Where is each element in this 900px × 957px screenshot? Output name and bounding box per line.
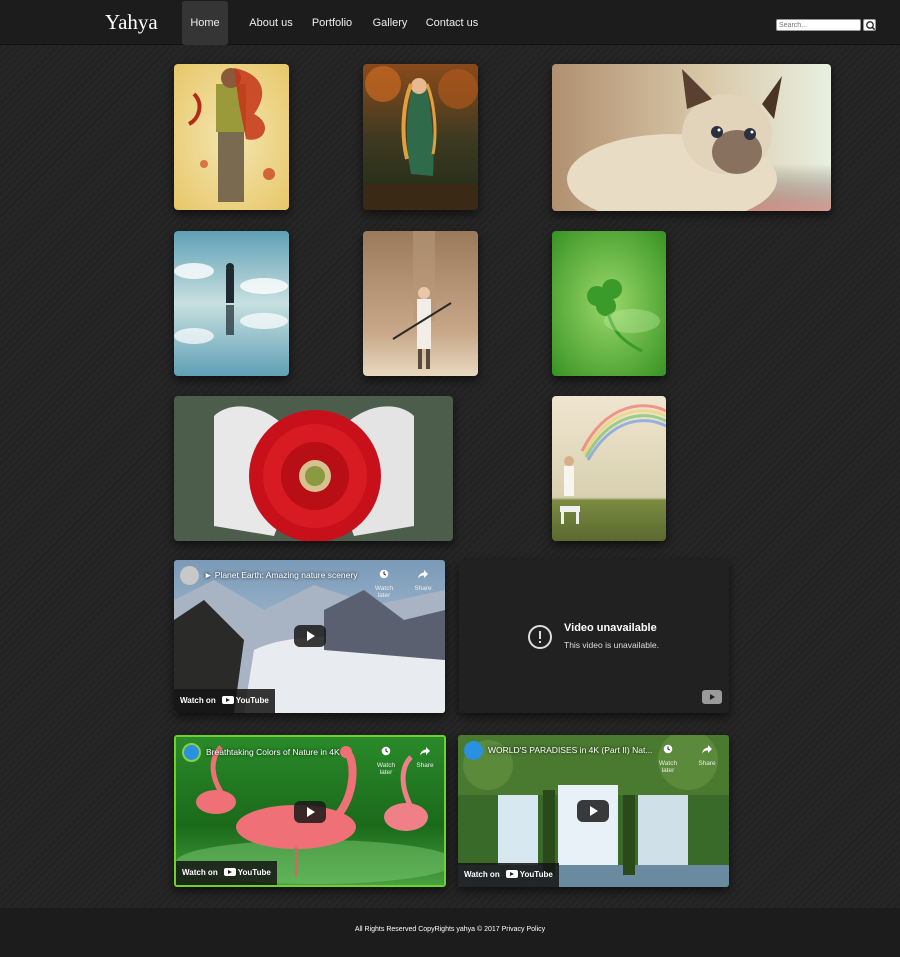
video-title[interactable]: WORLD'S PARADISES in 4K (Part II) Nat...: [488, 745, 652, 755]
youtube-icon[interactable]: [702, 690, 722, 704]
nav-gallery[interactable]: Gallery: [366, 1, 414, 45]
watch-later-button[interactable]: Watch later: [372, 743, 400, 776]
youtube-logo-icon: [221, 696, 234, 704]
youtube-wordmark: YouTube: [237, 868, 271, 877]
alert-icon: [528, 625, 552, 649]
play-button[interactable]: [294, 801, 326, 823]
share-button[interactable]: Share: [693, 741, 721, 767]
youtube-logo-icon: [505, 870, 518, 878]
brand-logo[interactable]: Yahya: [105, 10, 158, 35]
share-icon: [702, 745, 712, 754]
photo-kitten-image: [552, 64, 831, 211]
unavailable-message: This video is unavailable.: [564, 640, 659, 650]
play-button[interactable]: [294, 625, 326, 647]
video-unavailable: Video unavailable This video is unavaila…: [459, 560, 729, 713]
photo-girl-staff-image: [363, 231, 478, 376]
photo-rainbow-child-image: [552, 396, 666, 541]
gallery-photo-girl-staff[interactable]: [363, 231, 478, 376]
video-planet-earth[interactable]: ► Planet Earth: Amazing nature scenery W…: [174, 560, 445, 713]
clock-icon: [381, 746, 391, 756]
youtube-logo-icon: [223, 868, 236, 876]
share-label: Share: [414, 585, 432, 592]
nav-home[interactable]: Home: [182, 1, 228, 45]
photo-salt-flat-image: [174, 231, 289, 376]
photo-fantasy-warrior-image: [363, 64, 478, 210]
watch-on-label: Watch on: [182, 868, 218, 877]
photo-clover-image: [552, 231, 666, 376]
share-label: Share: [416, 762, 434, 769]
channel-avatar[interactable]: [464, 741, 483, 760]
nav-about-us[interactable]: About us: [244, 1, 298, 45]
share-button[interactable]: Share: [409, 566, 437, 592]
watch-later-label: Watch later: [658, 760, 678, 774]
navbar: Yahya Home About us Portfolio Gallery Co…: [0, 0, 900, 45]
watch-later-label: Watch later: [376, 762, 396, 776]
watch-later-button[interactable]: Watch later: [370, 566, 398, 599]
watch-on-youtube-button[interactable]: Watch on YouTube: [458, 863, 559, 887]
footer: All Rights Reserved CopyRights yahya © 2…: [0, 908, 900, 957]
watch-later-label: Watch later: [374, 585, 394, 599]
unavailable-title: Video unavailable: [564, 622, 657, 634]
photo-red-flower-image: [174, 396, 453, 541]
watch-on-youtube-button[interactable]: Watch on YouTube: [174, 689, 275, 713]
clock-icon: [663, 744, 673, 754]
gallery-photo-red-flower[interactable]: [174, 396, 453, 541]
gallery-photo-painted-figure[interactable]: [174, 64, 289, 210]
share-button[interactable]: Share: [411, 743, 439, 769]
video-title[interactable]: Breathtaking Colors of Nature in 4K: [206, 747, 340, 757]
watch-on-label: Watch on: [464, 870, 500, 879]
nav-portfolio[interactable]: Portfolio: [306, 1, 358, 45]
watch-on-youtube-button[interactable]: Watch on YouTube: [176, 861, 277, 885]
video-title[interactable]: ► Planet Earth: Amazing nature scenery: [204, 570, 357, 580]
gallery-photo-fantasy-warrior[interactable]: [363, 64, 478, 210]
watch-on-label: Watch on: [180, 696, 216, 705]
share-icon: [418, 570, 428, 579]
gallery-photo-clover[interactable]: [552, 231, 666, 376]
watch-later-button[interactable]: Watch later: [654, 741, 682, 774]
video-flamingos[interactable]: Breathtaking Colors of Nature in 4K Watc…: [174, 735, 446, 887]
clock-icon: [379, 569, 389, 579]
share-icon: [420, 747, 430, 756]
gallery-photo-rainbow-child[interactable]: [552, 396, 666, 541]
nav-contact-us[interactable]: Contact us: [422, 1, 482, 45]
youtube-wordmark: YouTube: [235, 696, 269, 705]
video-waterfalls[interactable]: WORLD'S PARADISES in 4K (Part II) Nat...…: [458, 735, 729, 887]
search-icon: [866, 21, 876, 31]
channel-avatar[interactable]: [182, 743, 201, 762]
share-label: Share: [698, 760, 716, 767]
channel-avatar[interactable]: [180, 566, 199, 585]
footer-copyright: All Rights Reserved CopyRights yahya © 2…: [354, 926, 546, 933]
search-input[interactable]: [776, 19, 861, 31]
search-button[interactable]: [863, 19, 876, 31]
gallery-photo-kitten[interactable]: [552, 64, 831, 211]
gallery-photo-salt-flat[interactable]: [174, 231, 289, 376]
youtube-wordmark: YouTube: [519, 870, 553, 879]
photo-painted-figure-image: [174, 64, 289, 210]
play-button[interactable]: [577, 800, 609, 822]
